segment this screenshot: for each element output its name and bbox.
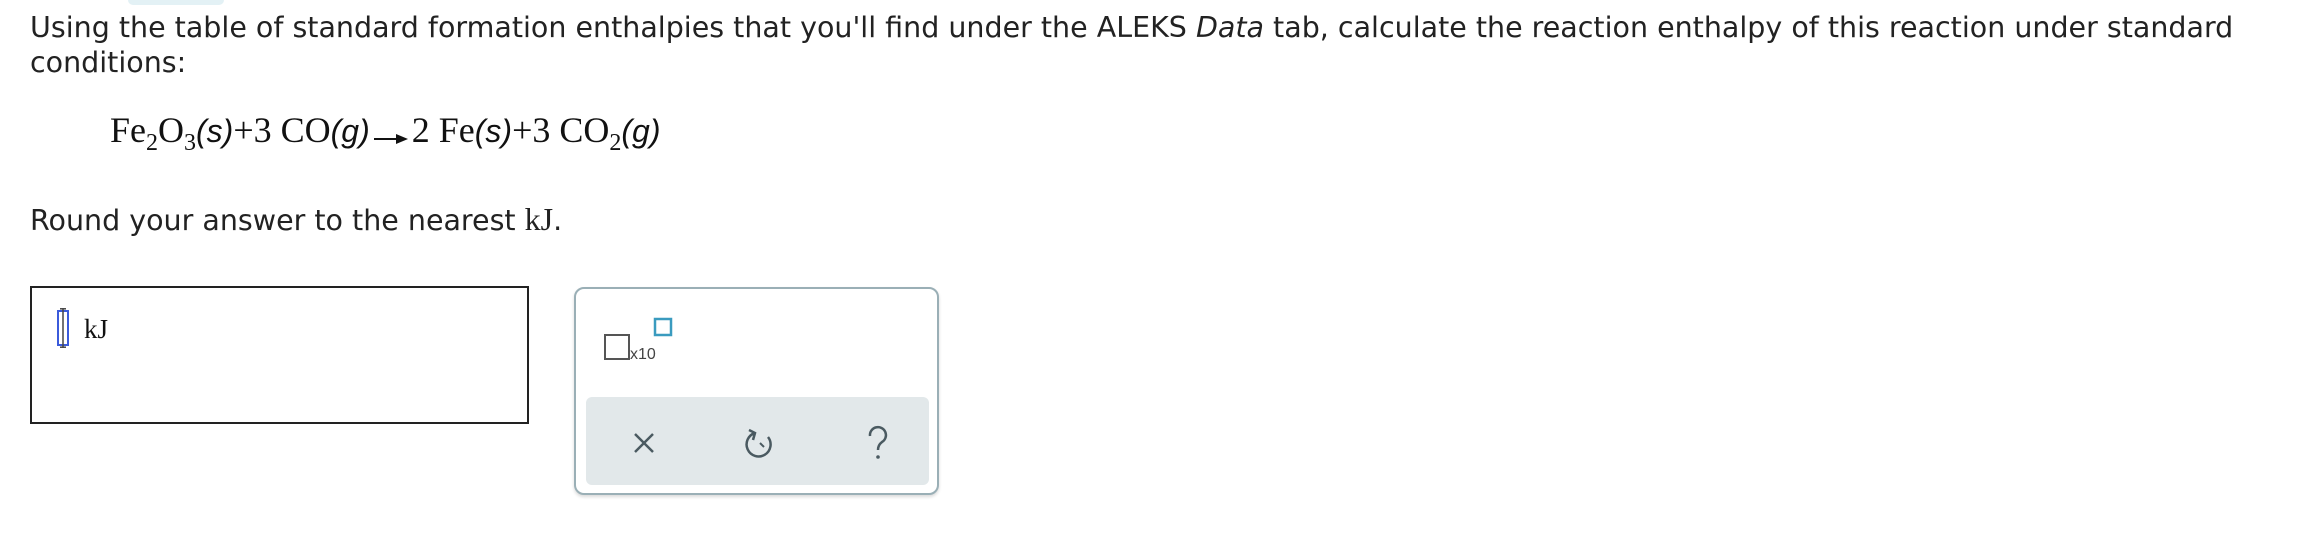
fe2o3-o: O (158, 110, 184, 150)
fe2o3-state: (s) (196, 113, 234, 149)
data-tab-reference: Data (1195, 11, 1264, 44)
question-page: Using the table of standard formation en… (0, 0, 2302, 542)
answer-input-area[interactable]: kJ (30, 286, 529, 424)
instruction-unit: kJ (524, 201, 554, 237)
plus-sign: + (512, 110, 533, 150)
answer-unit-label: kJ (84, 314, 109, 344)
co-state: (g) (330, 113, 370, 149)
math-tool-palette: x10 (574, 287, 939, 495)
co2-coefficient: 3 (532, 110, 551, 150)
co-coefficient: 3 (253, 110, 272, 150)
undo-icon[interactable] (736, 419, 784, 467)
fe-state: (s) (474, 113, 513, 149)
co-formula: CO (280, 110, 331, 150)
instruction-period: . (553, 204, 563, 237)
input-cursor-icon[interactable] (56, 308, 70, 348)
rounding-instruction: Round your answer to the nearest kJ. (30, 201, 562, 239)
reaction-arrow-icon (373, 110, 408, 158)
tab-indicator (128, 0, 224, 5)
scientific-notation-icon[interactable]: x10 (603, 317, 675, 365)
co2-sub-2: 2 (609, 130, 622, 156)
plus-sign: + (233, 110, 254, 150)
close-icon[interactable] (620, 419, 668, 467)
fe2o3-sub-2: 2 (146, 130, 158, 156)
tool-action-bar (586, 397, 929, 485)
fe-coefficient: 2 (411, 110, 430, 150)
fe2o3-fe: Fe (110, 110, 146, 150)
instruction-text: Round your answer to the nearest (30, 204, 525, 237)
fe-formula: Fe (438, 110, 475, 150)
question-prompt: Using the table of standard formation en… (30, 10, 2270, 80)
co2-state: (g) (621, 113, 661, 149)
co2-formula: CO (559, 110, 610, 150)
fe2o3-sub-3: 3 (184, 130, 196, 156)
help-icon[interactable] (854, 419, 902, 467)
sci-notation-label: x10 (630, 346, 656, 363)
chemical-equation: Fe2O3(s)+3 CO(g) 2 Fe(s)+3 CO2(g) (110, 106, 661, 158)
prompt-text-start: Using the table of standard formation en… (30, 11, 1196, 44)
